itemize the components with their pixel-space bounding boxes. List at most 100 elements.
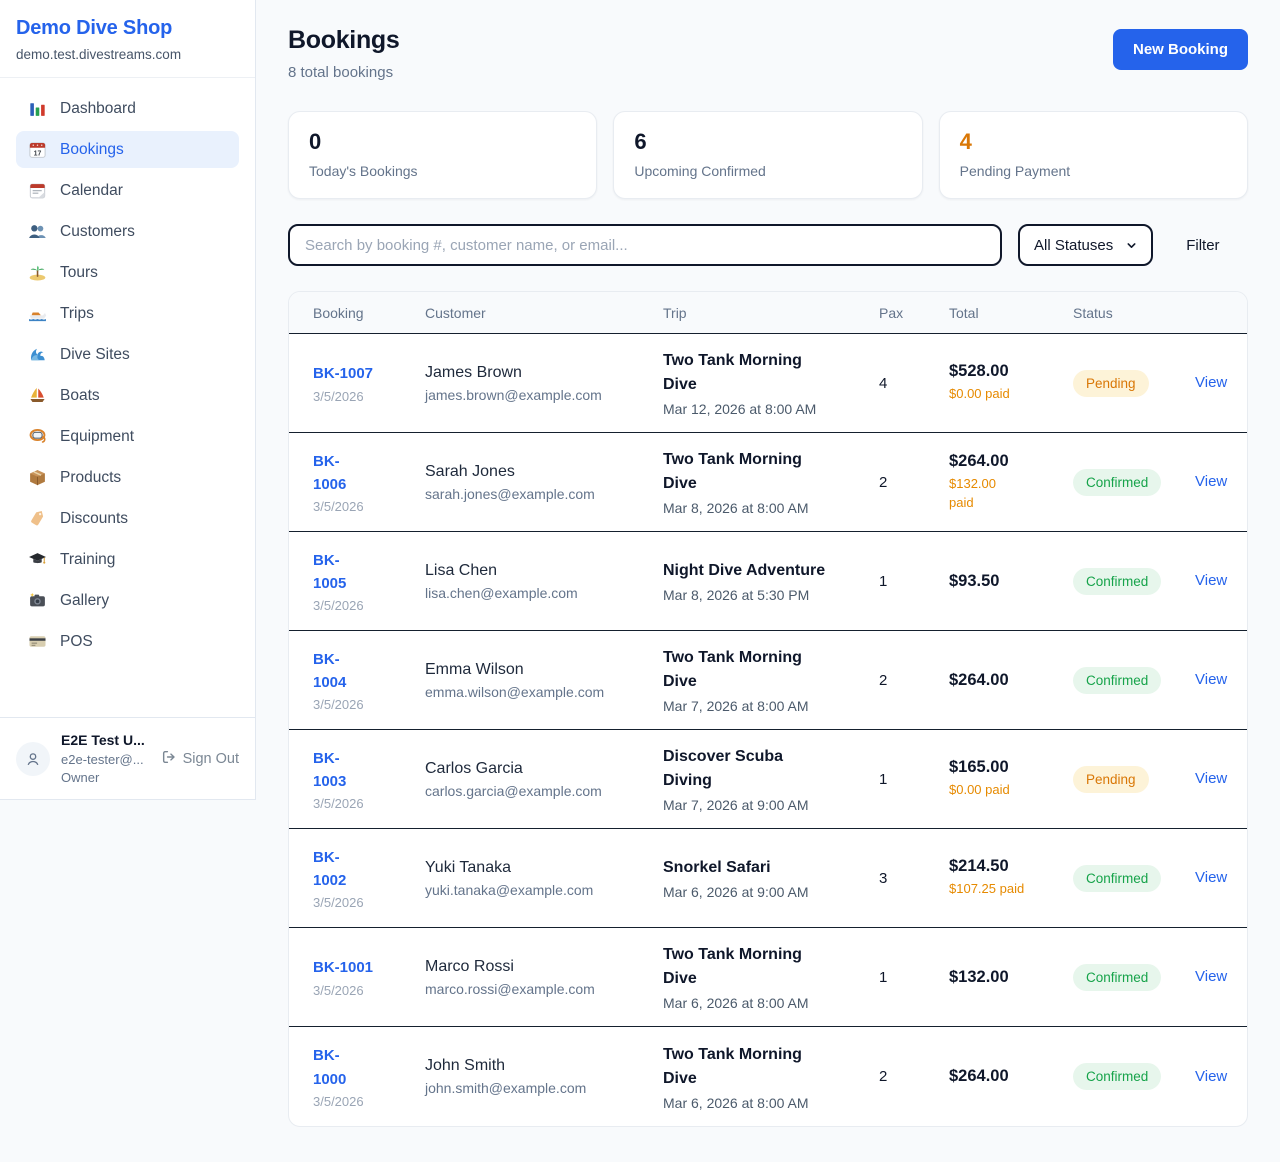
customer-name: Carlos Garcia xyxy=(425,760,663,778)
stat-card-today-s-bookings: 0Today's Bookings xyxy=(288,111,597,199)
booking-id-link[interactable]: BK- 1004 xyxy=(313,648,425,695)
column-header-pax: Pax xyxy=(879,305,949,321)
tours-icon xyxy=(28,263,47,282)
sidebar-item-calendar[interactable]: Calendar xyxy=(16,172,239,209)
booking-date: 3/5/2026 xyxy=(313,499,425,514)
customer-name: Sarah Jones xyxy=(425,463,663,481)
stat-label: Upcoming Confirmed xyxy=(634,163,901,179)
booking-id-link[interactable]: BK- 1002 xyxy=(313,846,425,893)
pax-count: 2 xyxy=(879,474,949,491)
customer-name: Marco Rossi xyxy=(425,958,663,976)
view-link[interactable]: View xyxy=(1195,869,1227,886)
sidebar-item-customers[interactable]: Customers xyxy=(16,213,239,250)
filter-row: All Statuses Filter xyxy=(288,224,1248,266)
booking-date: 3/5/2026 xyxy=(313,983,425,998)
products-icon xyxy=(28,468,47,487)
sidebar-item-equipment[interactable]: Equipment xyxy=(16,418,239,455)
dive-sites-icon xyxy=(28,345,47,364)
trip-date: Mar 6, 2026 at 8:00 AM xyxy=(663,1095,879,1111)
sidebar-item-label: Training xyxy=(60,551,115,569)
user-icon xyxy=(24,750,42,768)
sidebar-item-gallery[interactable]: Gallery xyxy=(16,582,239,619)
sidebar-item-boats[interactable]: Boats xyxy=(16,377,239,414)
booking-id-link[interactable]: BK- 1003 xyxy=(313,747,425,794)
sidebar-nav: Dashboard 17Bookings Calendar Customers Tour… xyxy=(0,78,255,717)
stat-value: 4 xyxy=(960,129,1227,155)
customer-name: Emma Wilson xyxy=(425,661,663,679)
booking-id-link[interactable]: BK-1007 xyxy=(313,362,425,385)
view-link[interactable]: View xyxy=(1195,374,1227,391)
total-amount: $264.00 xyxy=(949,452,1073,471)
customer-email: marco.rossi@example.com xyxy=(425,981,663,997)
view-link[interactable]: View xyxy=(1195,572,1227,589)
booking-date: 3/5/2026 xyxy=(313,895,425,910)
column-header-customer: Customer xyxy=(425,305,663,321)
total-amount: $264.00 xyxy=(949,1067,1073,1086)
stats-row: 0Today's Bookings6Upcoming Confirmed4Pen… xyxy=(288,111,1248,199)
customer-name: Lisa Chen xyxy=(425,562,663,580)
sidebar-item-pos[interactable]: POS xyxy=(16,623,239,660)
main-content: Bookings 8 total bookings New Booking 0T… xyxy=(256,0,1280,1161)
user-role: Owner xyxy=(61,769,145,786)
booking-id-link[interactable]: BK- 1005 xyxy=(313,549,425,596)
view-link[interactable]: View xyxy=(1195,770,1227,787)
stat-value: 6 xyxy=(634,129,901,155)
sidebar-item-dashboard[interactable]: Dashboard xyxy=(16,90,239,127)
view-link[interactable]: View xyxy=(1195,968,1227,985)
trip-name: Discover Scuba Diving xyxy=(663,745,879,793)
booking-id-link[interactable]: BK- 1006 xyxy=(313,450,425,497)
paid-amount: $0.00 paid xyxy=(949,385,1073,404)
sidebar-item-label: Customers xyxy=(60,223,135,241)
status-filter-select[interactable]: All Statuses xyxy=(1018,224,1153,266)
table-row: BK- 10003/5/2026John Smithjohn.smith@exa… xyxy=(289,1027,1247,1126)
table-row: BK- 10063/5/2026Sarah Jonessarah.jones@e… xyxy=(289,433,1247,532)
column-header-total: Total xyxy=(949,305,1073,321)
sidebar-item-training[interactable]: Training xyxy=(16,541,239,578)
sign-out-button[interactable]: Sign Out xyxy=(161,749,239,769)
status-badge: Confirmed xyxy=(1073,469,1161,496)
customer-email: emma.wilson@example.com xyxy=(425,684,663,700)
sidebar-item-discounts[interactable]: Discounts xyxy=(16,500,239,537)
trip-name: Two Tank Morning Dive xyxy=(663,646,879,694)
booking-id-link[interactable]: BK- 1000 xyxy=(313,1044,425,1091)
pax-count: 1 xyxy=(879,969,949,986)
status-badge: Pending xyxy=(1073,370,1149,397)
booking-date: 3/5/2026 xyxy=(313,598,425,613)
customer-email: john.smith@example.com xyxy=(425,1080,663,1096)
shop-title[interactable]: Demo Dive Shop xyxy=(16,17,239,40)
calendar-icon xyxy=(28,181,47,200)
booking-id-link[interactable]: BK-1001 xyxy=(313,956,425,979)
new-booking-button[interactable]: New Booking xyxy=(1113,29,1248,70)
customers-icon xyxy=(28,222,47,241)
total-amount: $264.00 xyxy=(949,671,1073,690)
sidebar-item-bookings[interactable]: 17Bookings xyxy=(16,131,239,168)
pax-count: 1 xyxy=(879,573,949,590)
sidebar-item-label: POS xyxy=(60,633,93,651)
booking-date: 3/5/2026 xyxy=(313,1094,425,1109)
status-filter-value: All Statuses xyxy=(1034,237,1113,254)
trip-date: Mar 6, 2026 at 8:00 AM xyxy=(663,995,879,1011)
sidebar-item-products[interactable]: Products xyxy=(16,459,239,496)
filter-button[interactable]: Filter xyxy=(1186,237,1219,254)
search-input[interactable] xyxy=(288,224,1002,266)
column-header-booking: Booking xyxy=(313,305,425,321)
sidebar-item-trips[interactable]: Trips xyxy=(16,295,239,332)
sidebar-item-label: Discounts xyxy=(60,510,128,528)
sidebar-item-label: Equipment xyxy=(60,428,134,446)
view-link[interactable]: View xyxy=(1195,671,1227,688)
sidebar: Demo Dive Shop demo.test.divestreams.com… xyxy=(0,0,256,800)
trip-date: Mar 8, 2026 at 8:00 AM xyxy=(663,500,879,516)
view-link[interactable]: View xyxy=(1195,1068,1227,1085)
training-icon xyxy=(28,550,47,569)
sidebar-item-label: Gallery xyxy=(60,592,109,610)
view-link[interactable]: View xyxy=(1195,473,1227,490)
customer-email: yuki.tanaka@example.com xyxy=(425,882,663,898)
trip-name: Two Tank Morning Dive xyxy=(663,349,879,397)
status-badge: Pending xyxy=(1073,766,1149,793)
sidebar-item-dive-sites[interactable]: Dive Sites xyxy=(16,336,239,373)
stat-value: 0 xyxy=(309,129,576,155)
trip-name: Two Tank Morning Dive xyxy=(663,448,879,496)
customer-email: james.brown@example.com xyxy=(425,387,663,403)
sidebar-item-tours[interactable]: Tours xyxy=(16,254,239,291)
shop-header: Demo Dive Shop demo.test.divestreams.com xyxy=(0,0,255,78)
